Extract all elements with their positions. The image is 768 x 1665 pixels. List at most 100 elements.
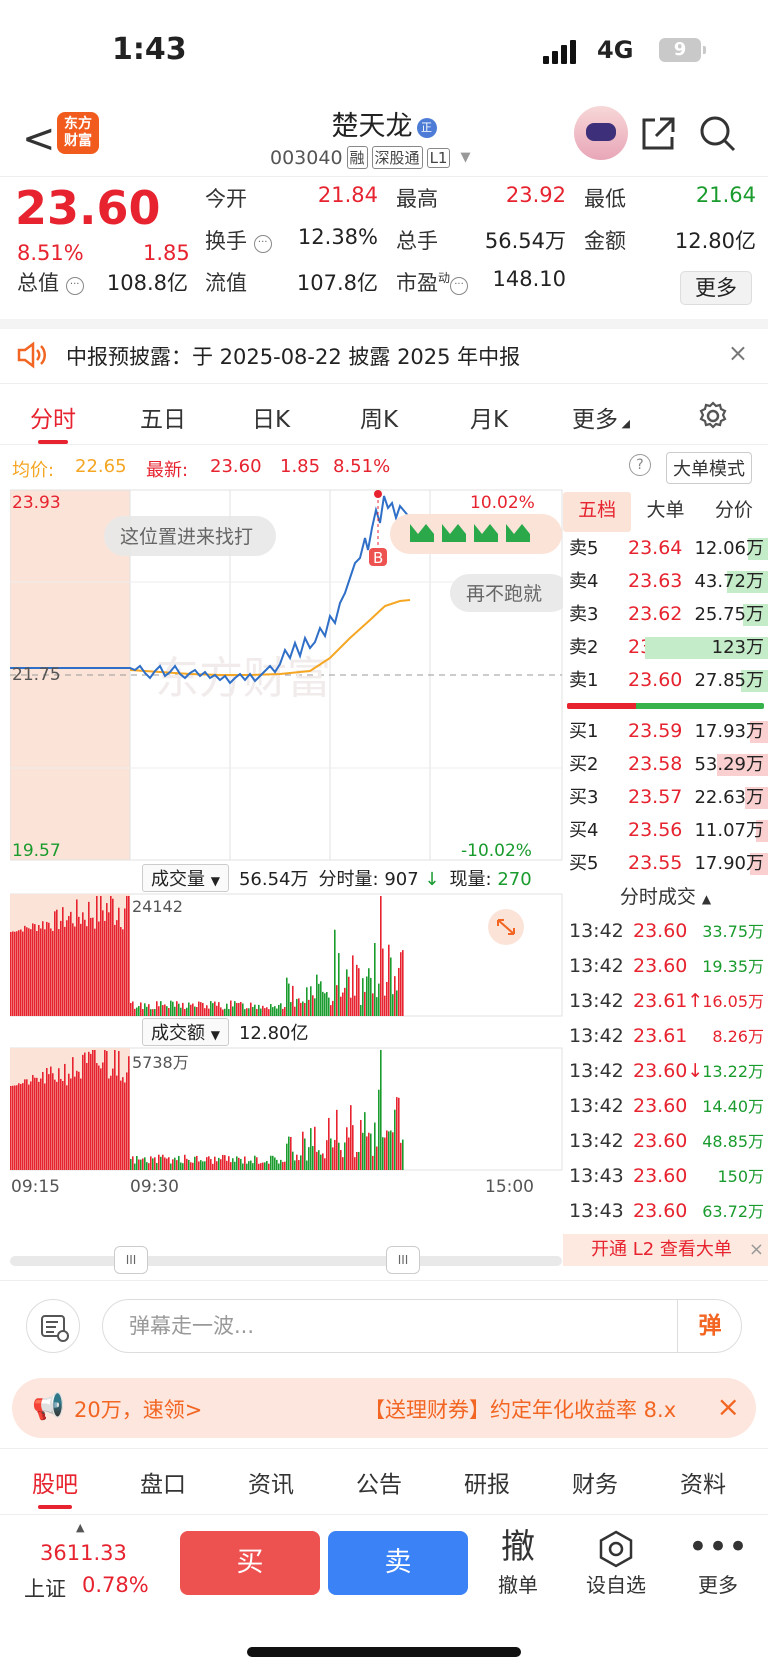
search-icon[interactable] <box>698 114 738 154</box>
amount-selector[interactable]: 成交额 ▼ <box>142 1018 229 1046</box>
tab-market[interactable]: 盘口 <box>140 1465 186 1499</box>
pe-label[interactable]: 市盈动 ··· <box>396 267 469 297</box>
level-label: 买3 <box>569 787 599 808</box>
order-level[interactable]: 卖1 23.60 27.85万 <box>563 664 768 697</box>
order-level[interactable]: 买2 23.58 53.29万 <box>563 748 768 781</box>
volume-bar <box>134 1008 136 1016</box>
tab-weekly-k[interactable]: 周K <box>360 400 398 434</box>
assistant-avatar-icon[interactable] <box>574 106 628 160</box>
danmu-send-button[interactable]: 弹 <box>677 1299 742 1353</box>
info-icon[interactable]: ··· <box>65 277 84 295</box>
sell-button[interactable]: 卖 <box>328 1531 468 1595</box>
info-icon[interactable]: ··· <box>450 277 469 295</box>
level-price: 23.64 <box>628 537 683 559</box>
expand-up-icon[interactable]: ▲ <box>76 1521 84 1534</box>
volume-bar <box>82 1054 84 1170</box>
range-handle-right[interactable]: III <box>386 1246 420 1274</box>
open-label: 今开 <box>205 187 247 211</box>
danmu-input[interactable]: 弹幕走一波... <box>102 1299 742 1353</box>
volume-bar <box>216 1161 218 1170</box>
tab-finance[interactable]: 财务 <box>572 1465 618 1499</box>
volume-bar <box>254 1004 256 1016</box>
danmu-settings-icon[interactable] <box>26 1299 80 1353</box>
trade-row[interactable]: 13:42 23.61↑ 16.05万 <box>563 984 768 1019</box>
trade-row[interactable]: 13:43 23.60 63.72万 <box>563 1194 768 1229</box>
trade-time: 13:42 <box>569 1130 624 1152</box>
volume-bar <box>36 931 38 1016</box>
tab-monthly-k[interactable]: 月K <box>470 400 508 434</box>
tab-big-orders[interactable]: 大单 <box>631 492 699 532</box>
volume-bar <box>328 1117 330 1170</box>
verified-badge: 正 <box>416 118 437 138</box>
order-level[interactable]: 卖223.61123万 <box>563 631 768 664</box>
trade-row[interactable]: 13:42 23.60 19.35万 <box>563 949 768 984</box>
tab-five-day[interactable]: 五日 <box>140 400 186 434</box>
volume-bar <box>38 925 40 1016</box>
close-icon[interactable]: × <box>717 1390 740 1423</box>
volume-bar <box>238 1002 240 1016</box>
time-range-scroller[interactable]: III III <box>10 1246 562 1274</box>
avg-price-value: 22.65 <box>75 456 127 477</box>
add-watchlist-button[interactable]: 设自选 <box>576 1525 656 1598</box>
volume-bar <box>44 1083 46 1170</box>
tab-announce[interactable]: 公告 <box>356 1465 402 1499</box>
volume-bar <box>258 1004 260 1016</box>
volume-bar <box>396 990 398 1016</box>
order-level[interactable]: 买4 23.56 11.07万 <box>563 814 768 847</box>
info-icon[interactable]: ··· <box>253 235 272 253</box>
volume-selector[interactable]: 成交量 ▼ <box>142 864 229 892</box>
range-handle-left[interactable]: III <box>114 1246 148 1274</box>
level-price: 23.62 <box>628 603 683 625</box>
tab-daily-k[interactable]: 日K <box>252 400 290 434</box>
trade-row[interactable]: 13:42 23.60↓ 13.22万 <box>563 1054 768 1089</box>
volume-bar <box>392 1132 394 1170</box>
stock-name: 楚天龙 <box>331 111 413 142</box>
close-icon[interactable]: × <box>728 339 748 367</box>
tab-price-dist[interactable]: 分价 <box>700 492 768 532</box>
order-level[interactable]: 买3 23.57 22.63万 <box>563 781 768 814</box>
order-level[interactable]: 买1 23.59 17.93万 <box>563 715 768 748</box>
tab-five-levels[interactable]: 五档 <box>563 492 632 532</box>
order-level[interactable]: 卖5 23.64 12.06万 <box>563 532 768 565</box>
share-icon[interactable] <box>638 114 678 154</box>
more-actions-button[interactable]: ••• 更多 <box>678 1525 758 1598</box>
mktcap-label[interactable]: 总值 ··· <box>17 267 84 297</box>
more-quote-button[interactable]: 更多 <box>680 271 752 305</box>
cancel-order-button[interactable]: 撤 撤单 <box>478 1525 558 1598</box>
volume-bar <box>290 1002 292 1016</box>
quote-panel: 23.60 8.51% 1.85 今开 21.84 最高 23.92 最低 21… <box>0 176 768 319</box>
volume-bar <box>204 1008 206 1016</box>
trade-row[interactable]: 13:42 23.60 33.75万 <box>563 914 768 949</box>
volume-bar <box>284 1007 286 1016</box>
big-order-mode-button[interactable]: 大单模式 <box>666 452 752 484</box>
turnover-label[interactable]: 换手 ··· <box>205 225 272 255</box>
intraday-chart[interactable]: 东方财富 B 这位置进来找打 再不跑就 23.93 21.75 19.57 10… <box>10 488 563 1228</box>
trades-header[interactable]: 分时成交 ▲ <box>563 880 768 914</box>
megaphone-icon: 📢 <box>32 1392 65 1422</box>
l2-upgrade-banner[interactable]: 开通 L2 查看大单 × <box>563 1234 768 1266</box>
help-icon[interactable]: ? <box>629 454 651 476</box>
trade-row[interactable]: 13:42 23.60 14.40万 <box>563 1089 768 1124</box>
volume-bar <box>370 977 372 1016</box>
tab-research[interactable]: 研报 <box>464 1465 510 1499</box>
promo-banner[interactable]: 📢 20万，速领> 【送理财券】约定年化收益率 8.x × <box>12 1378 756 1438</box>
order-level[interactable]: 卖4 23.63 43.72万 <box>563 565 768 598</box>
trade-row[interactable]: 13:42 23.61 8.26万 <box>563 1019 768 1054</box>
buy-button[interactable]: 买 <box>180 1531 320 1595</box>
index-value[interactable]: 3611.33 <box>40 1541 127 1565</box>
volume-bar <box>366 976 368 1016</box>
settings-gear-icon[interactable] <box>697 400 729 432</box>
notice-bar[interactable]: 中报预披露：于 2025-08-22 披露 2025 年中报 × <box>0 319 768 381</box>
tab-forum[interactable]: 股吧 <box>32 1465 78 1509</box>
order-level[interactable]: 买5 23.55 17.90万 <box>563 847 768 880</box>
tab-profile[interactable]: 资料 <box>680 1465 726 1499</box>
close-icon[interactable]: × <box>749 1234 764 1266</box>
order-level[interactable]: 卖3 23.62 25.75万 <box>563 598 768 631</box>
tab-news[interactable]: 资讯 <box>248 1465 294 1499</box>
stock-code-line[interactable]: 003040 融 深股通 L1 ▼ <box>270 146 470 169</box>
chevron-down-icon[interactable]: ▼ <box>460 150 470 165</box>
trade-row[interactable]: 13:43 23.60 150万 <box>563 1159 768 1194</box>
tab-intraday[interactable]: 分时 <box>30 400 76 444</box>
trade-row[interactable]: 13:42 23.60 48.85万 <box>563 1124 768 1159</box>
tab-more[interactable]: 更多 ◢ <box>572 400 630 434</box>
